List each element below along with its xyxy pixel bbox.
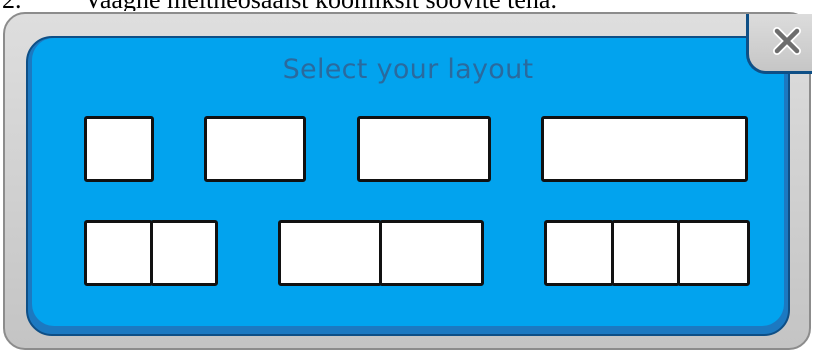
layout-option-1-large[interactable] xyxy=(357,116,491,182)
layout-panel xyxy=(544,220,614,286)
layout-option-1-wide[interactable] xyxy=(541,116,748,182)
layout-option-2-wide-panels[interactable] xyxy=(278,220,484,286)
document-text-line: 2.Vaagne meitneosaalst koomiksit soovite… xyxy=(0,0,814,11)
layout-option-3-panels[interactable] xyxy=(544,220,750,286)
layout-panel xyxy=(611,220,680,286)
layout-panel xyxy=(357,116,491,182)
layout-option-1-small[interactable] xyxy=(84,116,154,182)
layout-option-2-panels[interactable] xyxy=(84,220,218,286)
layout-panel xyxy=(541,116,748,182)
layout-panel xyxy=(677,220,750,286)
layout-panel xyxy=(379,220,484,286)
list-item-text: Vaagne meitneosaalst koomiksit soovite t… xyxy=(84,0,557,11)
layout-panel xyxy=(150,220,218,286)
list-number: 2. xyxy=(0,0,84,11)
dialog-title: Select your layout xyxy=(282,54,534,85)
layout-panel xyxy=(204,116,306,182)
layout-panel xyxy=(278,220,382,286)
layout-panel xyxy=(84,220,153,286)
layout-panel xyxy=(84,116,154,182)
layout-option-1-medium[interactable] xyxy=(204,116,306,182)
